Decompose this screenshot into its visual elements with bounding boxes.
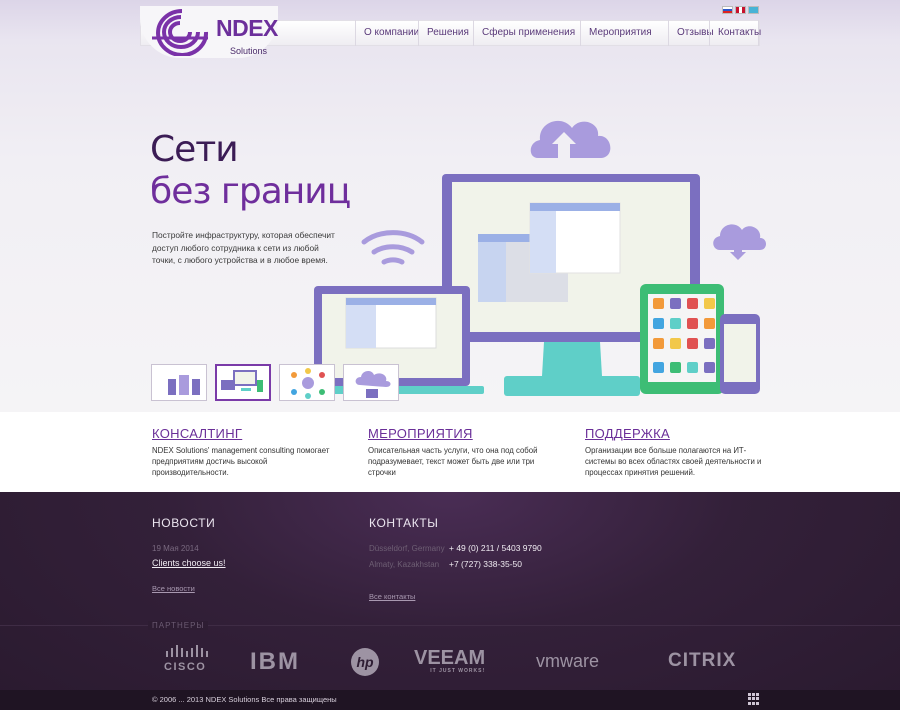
partners-label: ПАРТНЕРЫ [148, 621, 209, 630]
partner-citrix-logo[interactable]: CITRIX [668, 650, 736, 672]
feature-consulting: КОНСАЛТИНГ NDEX Solutions' management co… [152, 426, 342, 478]
copyright-text: © 2006 ... 2013 NDEX Solutions Все права… [152, 695, 337, 704]
feature-events-text: Описательная часть услуги, что она под с… [368, 446, 538, 477]
devices-illustration [300, 120, 766, 396]
contacts-title: КОНТАКТЫ [369, 516, 439, 530]
partner-veeam-text: VEEAM [414, 647, 486, 669]
developer-grid-icon[interactable] [748, 693, 760, 705]
partner-ibm-logo[interactable]: IBM [250, 648, 300, 676]
partner-cisco-text: CISCO [164, 661, 207, 673]
menu-item-about[interactable]: О компании [355, 20, 419, 46]
partner-hp-logo[interactable]: hp [351, 648, 379, 676]
menu-item-industries[interactable]: Сферы применения [473, 20, 580, 46]
news-date: 19 Мая 2014 [152, 544, 199, 553]
phone-icon [720, 314, 760, 394]
cisco-bars-icon [166, 645, 208, 657]
slide-thumb-2-image [221, 370, 263, 392]
feature-consulting-title[interactable]: КОНСАЛТИНГ [152, 426, 342, 441]
news-title: НОВОСТИ [152, 516, 216, 530]
slide-thumb-2[interactable] [215, 364, 271, 401]
slider-thumbnails [151, 364, 399, 401]
flag-ru-icon[interactable] [722, 6, 733, 14]
all-contacts-link[interactable]: Все контакты [369, 592, 415, 601]
partner-veeam-logo[interactable]: VEEAM IT JUST WORKS! [414, 647, 485, 674]
features-section: КОНСАЛТИНГ NDEX Solutions' management co… [0, 412, 900, 492]
contact-phone-2: +7 (727) 338-35-50 [449, 559, 523, 569]
hero-section: NDEX Solutions О компании Решения Сферы … [0, 0, 900, 412]
contact-phone-1: + 49 (0) 211 / 5403 9790 [449, 543, 542, 553]
contact-city-1: Düsseldorf, Germany [369, 544, 445, 553]
cloud-download-icon [713, 224, 766, 260]
feature-events: МЕРОПРИЯТИЯ Описательная часть услуги, ч… [368, 426, 548, 478]
cloud-upload-icon [530, 120, 611, 158]
slide-thumb-1[interactable] [151, 364, 207, 401]
bottom-bar: © 2006 ... 2013 NDEX Solutions Все права… [0, 690, 900, 710]
feature-consulting-text: NDEX Solutions' management consulting по… [152, 446, 330, 477]
slide-thumb-4-image [355, 371, 391, 398]
feature-support-text: Организации все больше полагаются на ИТ-… [585, 446, 762, 477]
menu-item-solutions[interactable]: Решения [418, 20, 473, 46]
wifi-icon [361, 230, 425, 265]
logo-swirl-icon [152, 9, 209, 56]
slide-thumb-3-image [291, 368, 325, 399]
partners-divider [0, 625, 900, 626]
menu-item-events[interactable]: Мероприятия [580, 20, 668, 46]
main-menu: О компании Решения Сферы применения Меро… [355, 20, 761, 46]
flag-en-icon[interactable] [735, 6, 746, 14]
partner-cisco-logo[interactable]: CISCO [164, 644, 210, 673]
flag-kz-icon[interactable] [748, 6, 759, 14]
language-switcher [722, 6, 759, 14]
tablet-icon [640, 284, 724, 394]
footer-section: НОВОСТИ 19 Мая 2014 Clients choose us! В… [0, 492, 900, 710]
all-news-link[interactable]: Все новости [152, 584, 195, 593]
logo-name: NDEX [216, 15, 278, 41]
feature-support: ПОДДЕРЖКА Организации все больше полагаю… [585, 426, 765, 478]
hero-title-line1: Сети [150, 129, 239, 170]
feature-events-title[interactable]: МЕРОПРИЯТИЯ [368, 426, 548, 441]
partner-vmware-logo[interactable]: vmware [536, 651, 599, 672]
logo-subtitle: Solutions [230, 46, 268, 56]
logo[interactable]: NDEX Solutions [140, 6, 278, 58]
menu-item-contacts[interactable]: Контакты [709, 20, 761, 46]
menu-item-reviews[interactable]: Отзывы [668, 20, 714, 46]
slide-thumb-3[interactable] [279, 364, 335, 401]
slide-thumb-4[interactable] [343, 364, 399, 401]
contact-city-2: Almaty, Kazakhstan [369, 560, 440, 569]
news-headline-link[interactable]: Clients choose us! [152, 558, 226, 568]
slide-thumb-1-image [168, 375, 200, 395]
feature-support-title[interactable]: ПОДДЕРЖКА [585, 426, 765, 441]
